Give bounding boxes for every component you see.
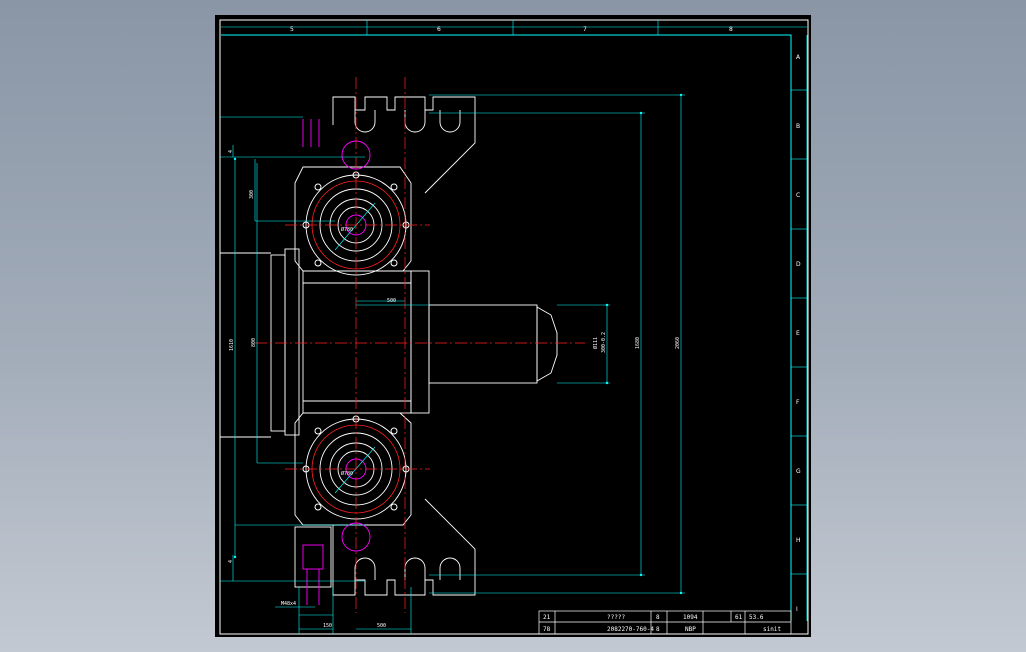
dim-right-outer: 2060 — [675, 337, 681, 349]
engineering-drawing: 5 6 7 8 A B C D E F G H I Ø780 Ø780 4 30… — [219, 19, 809, 635]
center-lines — [255, 77, 585, 613]
tb-r1-c4: 1094 — [683, 614, 698, 621]
tb-r2-c1: 78 — [543, 626, 551, 633]
dim-shaft-length: 500 — [387, 298, 396, 304]
zone-row-C: C — [796, 192, 800, 199]
zone-row-B: B — [796, 123, 800, 130]
lower-bore-dim: Ø780 — [341, 470, 353, 477]
cad-drawing-canvas[interactable]: 5 6 7 8 A B C D E F G H I Ø780 Ø780 4 30… — [215, 15, 811, 637]
zone-col-6: 6 — [437, 26, 441, 33]
zone-col-7: 7 — [583, 26, 587, 33]
outer-frame — [219, 19, 809, 635]
zone-row-F: F — [796, 399, 800, 406]
dim-bottom-b: 150 — [323, 623, 332, 629]
dimension-ticks — [233, 93, 683, 595]
dim-left-bottom-gap: 4 — [228, 560, 234, 563]
zone-row-D: D — [796, 261, 801, 268]
dim-right-inner: 1680 — [635, 337, 641, 349]
inner-border — [221, 34, 792, 621]
tb-r1-c2: ????? — [607, 614, 625, 621]
tb-r1-c3: 8 — [656, 614, 660, 621]
dim-bolt-spec: M48x4 — [281, 601, 296, 607]
dim-left-upper: 300 — [249, 190, 255, 199]
dimension-lines — [220, 94, 685, 634]
zone-row-G: G — [796, 468, 801, 475]
tb-r2-c6: sinit — [763, 626, 781, 633]
upper-bore-dim: Ø780 — [341, 226, 353, 233]
dim-left-mid: 800 — [251, 338, 257, 347]
top-fitting-detail — [302, 119, 320, 147]
tb-r1-c1: 21 — [543, 614, 551, 621]
column-dividers — [366, 20, 659, 35]
zone-col-5: 5 — [290, 26, 294, 33]
dim-left-top-gap: 4 — [228, 150, 234, 153]
tb-r1-c5: 61 — [735, 614, 743, 621]
zone-row-H: H — [796, 537, 801, 544]
zone-col-8: 8 — [729, 26, 733, 33]
dim-bottom-a: 500 — [377, 623, 386, 629]
dim-left-total: 1610 — [229, 339, 235, 351]
tb-r2-c2: 2082270-760-4 — [607, 626, 654, 633]
tb-r2-c3: 8 — [656, 626, 660, 633]
dim-shaft-diameter: Ø111 — [592, 337, 599, 349]
tb-r1-c6: 53.6 — [749, 614, 764, 621]
zone-row-I: I — [796, 606, 798, 613]
output-shaft — [428, 304, 558, 384]
gearbox-body — [220, 96, 476, 596]
tb-r2-c4: NBP — [685, 626, 696, 633]
bolt-detail — [294, 526, 332, 605]
dim-shaft-tolerance: 300-0.2 — [601, 332, 607, 353]
zone-row-A: A — [796, 54, 801, 61]
zone-row-E: E — [796, 330, 800, 337]
